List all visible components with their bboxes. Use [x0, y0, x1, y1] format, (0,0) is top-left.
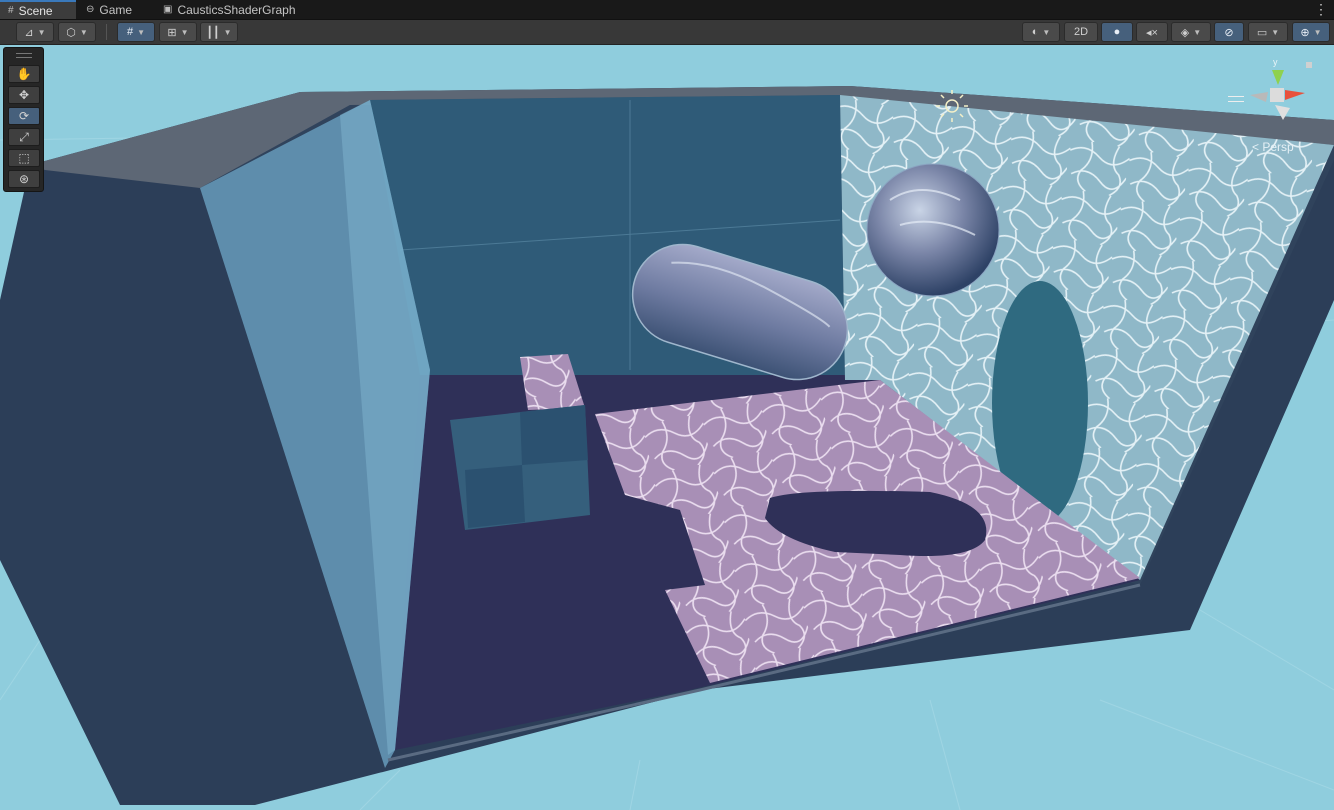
transform-tool-icon: ⊛: [18, 172, 30, 186]
render-mode-sphere-icon: ◐: [1031, 26, 1039, 38]
chevron-down-icon: ▼: [79, 27, 88, 37]
scale-tool[interactable]: ⤢: [8, 128, 40, 146]
chevron-down-icon: ▼: [180, 27, 189, 37]
overlay-grip-icon[interactable]: [16, 53, 32, 58]
rotate-tool-icon: ⟳: [18, 109, 30, 123]
grid-snap-toggle[interactable]: # ▼: [117, 22, 155, 42]
two-d-toggle[interactable]: 2D: [1064, 22, 1098, 42]
chevron-down-icon: ▼: [1313, 27, 1322, 37]
ruler-icon: ┃┃: [206, 26, 220, 39]
effects-dropdown[interactable]: ◈ ▼: [1171, 22, 1211, 42]
gizmos-icon: ⊕: [1300, 26, 1310, 39]
projection-toggle[interactable]: < Persp: [1252, 140, 1294, 154]
chevron-down-icon: ▼: [37, 27, 46, 37]
camera-icon: ▭: [1256, 26, 1268, 39]
visibility-toggle[interactable]: ⊘: [1214, 22, 1244, 42]
hand-tool[interactable]: ✋: [8, 65, 40, 83]
transform-tool[interactable]: ⊛: [8, 170, 40, 188]
increment-snap-icon: ⊞: [167, 26, 177, 39]
tab-scene[interactable]: # Scene: [0, 0, 76, 19]
lighting-toggle[interactable]: ●: [1101, 22, 1133, 42]
scale-tool-icon: ⤢: [19, 129, 29, 144]
gizmos-dropdown[interactable]: ⊕ ▼: [1292, 22, 1330, 42]
ruler-dropdown[interactable]: ┃┃ ▼: [200, 22, 238, 42]
rect-tool[interactable]: ⬚: [8, 149, 40, 167]
tab-bar: # Scene ⊖ Game ▣ CausticsShaderGraph ⋮: [0, 0, 1334, 20]
tab-label: Game: [99, 2, 133, 17]
tab-game[interactable]: ⊖ Game: [78, 0, 156, 19]
toolbar-divider: [106, 24, 107, 40]
gizmo-axis-y: y: [1273, 57, 1278, 67]
tab-label: Scene: [18, 3, 53, 18]
effects-layers-icon: ◈: [1180, 26, 1190, 39]
grid-snap-icon: #: [126, 26, 134, 38]
grid-icon: #: [8, 5, 14, 16]
render-mode-dropdown[interactable]: ◐ ▼: [1022, 22, 1060, 42]
hand-tool-icon: ✋: [16, 67, 32, 81]
tab-label: CausticsShaderGraph: [177, 2, 296, 17]
audio-mute-icon: ◂×: [1146, 26, 1158, 39]
move-tool-icon: ✥: [18, 88, 30, 102]
chevron-down-icon: ▼: [1193, 27, 1202, 37]
chevron-left-icon: <: [1252, 140, 1260, 154]
gamepad-icon: ⊖: [86, 4, 95, 15]
shading-cube-icon: ⬡: [66, 26, 76, 39]
rotate-tool[interactable]: ⟳: [8, 107, 40, 125]
more-options-icon[interactable]: ⋮: [1314, 0, 1328, 19]
scene-toolbar: ⊿ ▼ ⬡ ▼ # ▼ ⊞ ▼ ┃┃ ▼ ◐ ▼ 2D ● ◂× ◈ ▼ ⊘ ▭ ▼ ⊕ ▼: [0, 20, 1334, 45]
lighting-bulb-icon: ●: [1113, 26, 1121, 38]
scene-render: y: [0, 57, 1334, 810]
shader-graph-icon: ▣: [163, 4, 173, 15]
visibility-eye-icon: ⊘: [1224, 26, 1234, 39]
move-tool[interactable]: ✥: [8, 86, 40, 104]
two-d-label: 2D: [1073, 26, 1089, 38]
tools-overlay: ✋ ✥ ⟳ ⤢ ⬚ ⊛: [3, 47, 44, 192]
draw-mode-icon: ⊿: [24, 26, 34, 39]
rect-tool-icon: ⬚: [18, 151, 30, 165]
chevron-down-icon: ▼: [1271, 27, 1280, 37]
audio-toggle[interactable]: ◂×: [1136, 22, 1168, 42]
chevron-down-icon: ▼: [137, 27, 146, 37]
scene-viewport[interactable]: y < Persp: [0, 45, 1334, 810]
increment-snap-dropdown[interactable]: ⊞ ▼: [159, 22, 197, 42]
gizmo-menu-icon[interactable]: [1228, 96, 1244, 102]
chevron-down-icon: ▼: [223, 27, 232, 37]
shading-mode-dropdown[interactable]: ⬡ ▼: [58, 22, 96, 42]
camera-dropdown[interactable]: ▭ ▼: [1248, 22, 1288, 42]
chevron-down-icon: ▼: [1042, 27, 1051, 37]
draw-mode-dropdown[interactable]: ⊿ ▼: [16, 22, 54, 42]
projection-label: Persp: [1262, 140, 1294, 154]
tab-caustics-shader-graph[interactable]: ▣ CausticsShaderGraph: [155, 0, 325, 19]
